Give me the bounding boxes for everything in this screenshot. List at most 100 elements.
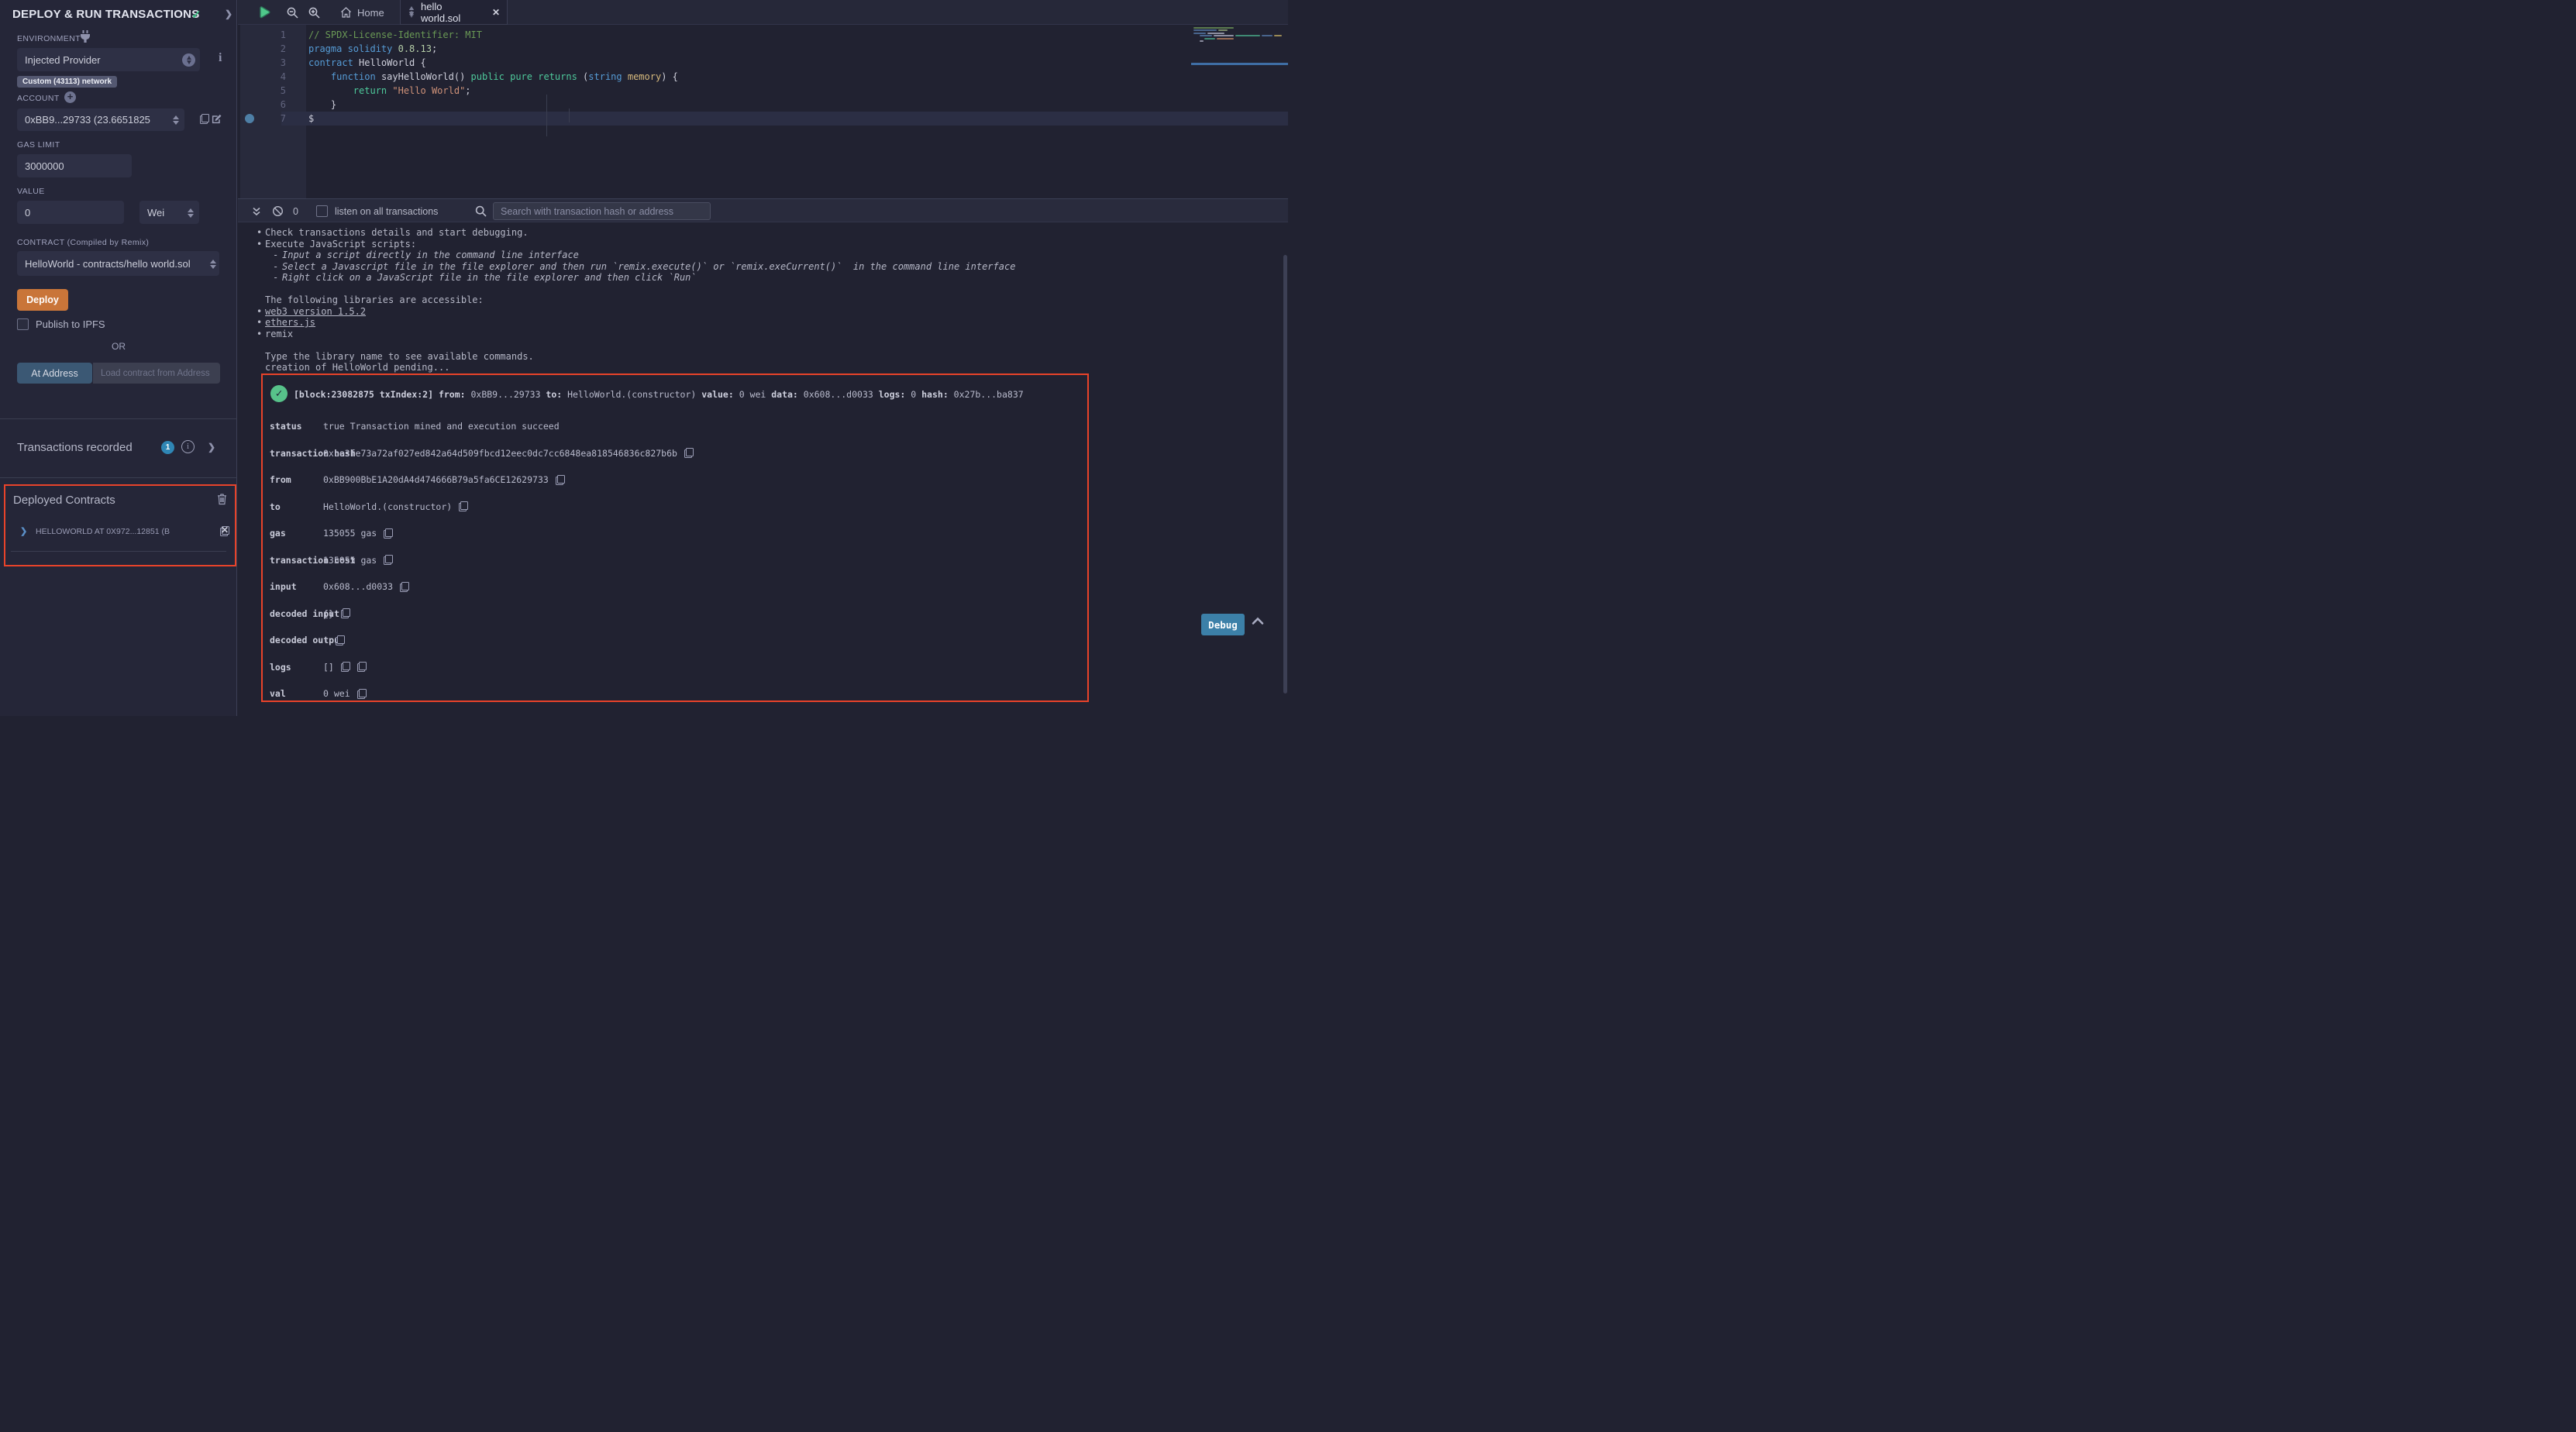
terminal-line: •remix <box>238 329 1288 340</box>
main-area: Home hello world.sol ✕ 1234567 // SPDX-L… <box>238 0 1288 716</box>
panel-collapse-chevron-icon[interactable]: ❯ <box>225 9 232 19</box>
copy-icon[interactable] <box>357 689 367 699</box>
code-line[interactable]: function sayHelloWorld() public pure ret… <box>308 70 1288 84</box>
debug-button[interactable]: Debug <box>1201 614 1245 635</box>
tx-detail-value: 0 wei <box>323 689 367 698</box>
deployed-contract-expand-chevron-icon[interactable]: ❯ <box>20 526 27 536</box>
transactions-expand-chevron-icon[interactable]: ❯ <box>208 442 215 453</box>
search-icon <box>475 199 487 223</box>
copy-icon[interactable] <box>341 662 350 672</box>
indent-guide <box>546 95 547 136</box>
copy-icon[interactable] <box>357 662 367 672</box>
plug-icon <box>80 30 91 43</box>
copy-icon[interactable] <box>400 582 409 592</box>
tx-detail-key: from <box>270 475 323 484</box>
environment-label: ENVIRONMENT <box>17 34 81 43</box>
tx-detail-value: 0x608...d0033 <box>323 582 409 591</box>
code-line[interactable]: // SPDX-License-Identifier: MIT <box>308 28 1288 42</box>
at-address-input[interactable]: Load contract from Address <box>93 363 220 384</box>
editor-minimap[interactable] <box>1193 27 1288 66</box>
solidity-file-icon <box>408 6 415 18</box>
zoom-out-icon[interactable] <box>287 7 298 19</box>
clear-console-ban-icon[interactable] <box>272 199 284 223</box>
account-select[interactable]: 0xBB9...29733 (23.6651825 <box>17 108 184 131</box>
tx-detail-row: logs[] <box>270 663 1076 672</box>
tx-detail-row: val0 wei <box>270 689 1076 698</box>
tab-hello-world-sol[interactable]: hello world.sol ✕ <box>400 0 508 25</box>
terminal-line: -Select a Javascript file in the file ex… <box>238 261 1288 273</box>
gas-limit-label: GAS LIMIT <box>17 140 60 150</box>
value-unit-select[interactable]: Wei <box>139 201 199 224</box>
tx-detail-key: transaction cost <box>270 556 323 565</box>
copy-icon[interactable] <box>459 501 468 511</box>
transaction-card: ✓ [block:23082875 txIndex:2] from: 0xBB9… <box>261 373 1089 702</box>
value-input[interactable]: 0 <box>17 201 124 224</box>
tx-detail-key: decoded output <box>270 635 323 645</box>
listen-transactions-checkbox[interactable] <box>316 205 328 217</box>
code-line[interactable]: pragma solidity 0.8.13; <box>308 42 1288 56</box>
terminal-toolbar: 0 listen on all transactions Search with… <box>238 198 1288 222</box>
edit-account-icon[interactable] <box>211 113 222 125</box>
code-line[interactable]: contract HelloWorld { <box>308 56 1288 70</box>
copy-icon[interactable] <box>684 448 694 458</box>
environment-info-icon[interactable]: i <box>219 51 222 65</box>
environment-select[interactable]: Injected Provider <box>17 48 200 71</box>
tx-detail-key: to <box>270 502 323 511</box>
remove-contract-x-icon[interactable]: ✕ <box>221 525 229 535</box>
terminal-search-input[interactable]: Search with transaction hash or address <box>493 202 711 220</box>
deploy-button[interactable]: Deploy <box>17 289 68 311</box>
terminal-line: -Right click on a JavaScript file in the… <box>238 272 1288 284</box>
transactions-info-icon[interactable]: i <box>181 440 195 453</box>
terminal-line: -Input a script directly in the command … <box>238 250 1288 261</box>
tx-detail-value: 0xBB900BbE1A20dA4d474666B79a5fa6CE126297… <box>323 475 565 484</box>
code-line[interactable]: return "Hello World"; <box>308 84 1288 98</box>
panel-title: DEPLOY & RUN TRANSACTIONS <box>12 8 199 21</box>
deployed-contract-item[interactable]: HELLOWORLD AT 0X972...12851 (B <box>36 527 191 536</box>
tx-detail-value: HelloWorld.(constructor) <box>323 502 468 511</box>
terminal-scrollbar[interactable] <box>1283 255 1287 694</box>
publish-ipfs-checkbox[interactable] <box>17 318 29 330</box>
line-number: 1 <box>238 28 286 42</box>
chevron-updown-icon <box>182 53 195 67</box>
tx-summary-line[interactable]: [block:23082875 txIndex:2] from: 0xBB9..… <box>294 389 1024 400</box>
copy-icon[interactable] <box>341 608 350 618</box>
trash-icon[interactable] <box>216 493 228 505</box>
tx-detail-row: transaction hash0xce3fe73a72af027ed842a6… <box>270 449 1076 458</box>
zoom-in-icon[interactable] <box>308 7 320 19</box>
terminal-line: creation of HelloWorld pending... <box>238 362 1288 373</box>
tab-home[interactable]: Home <box>336 0 389 25</box>
line-number: 3 <box>238 56 286 70</box>
code-content[interactable]: // SPDX-License-Identifier: MITpragma so… <box>308 28 1288 126</box>
close-tab-icon[interactable]: ✕ <box>492 7 500 18</box>
copy-icon[interactable] <box>556 475 565 485</box>
copy-account-icon[interactable] <box>200 114 209 124</box>
tx-detail-key: transaction hash <box>270 449 323 458</box>
code-line[interactable]: } <box>308 98 1288 112</box>
copy-icon[interactable] <box>384 555 393 565</box>
tx-detail-row: input0x608...d0033 <box>270 582 1076 591</box>
terminal-log: •Check transactions details and start de… <box>238 227 1288 373</box>
tx-detail-row: statustrue Transaction mined and executi… <box>270 422 1076 431</box>
chevron-updown-icon <box>173 115 179 125</box>
remix-ide-window: DEPLOY & RUN TRANSACTIONS ✓ ❯ ENVIRONMEN… <box>0 0 1288 716</box>
account-label: ACCOUNT <box>17 94 60 103</box>
line-number: 2 <box>238 42 286 56</box>
deploy-run-panel: DEPLOY & RUN TRANSACTIONS ✓ ❯ ENVIRONMEN… <box>0 0 237 716</box>
line-number: 7 <box>238 112 286 126</box>
code-line[interactable]: $ <box>308 112 1288 126</box>
copy-icon[interactable] <box>336 635 345 645</box>
collapse-terminal-icon[interactable] <box>252 199 261 223</box>
contract-select[interactable]: HelloWorld - contracts/hello world.sol <box>17 251 219 276</box>
collapse-tx-chevron-up-icon[interactable] <box>1252 617 1264 625</box>
contract-label: CONTRACT (Compiled by Remix) <box>17 238 149 247</box>
code-editor[interactable]: 1234567 // SPDX-License-Identifier: MITp… <box>238 25 1288 198</box>
indent-guide <box>569 108 570 122</box>
run-script-play-icon[interactable] <box>259 6 270 19</box>
gas-limit-input[interactable]: 3000000 <box>17 154 132 177</box>
tx-detail-row: decoded output- <box>270 635 1076 645</box>
add-account-icon[interactable]: + <box>64 91 76 103</box>
copy-icon[interactable] <box>384 528 393 539</box>
terminal-output[interactable]: •Check transactions details and start de… <box>238 222 1288 716</box>
tx-detail-row: gas135055 gas <box>270 528 1076 538</box>
at-address-button[interactable]: At Address <box>17 363 92 384</box>
